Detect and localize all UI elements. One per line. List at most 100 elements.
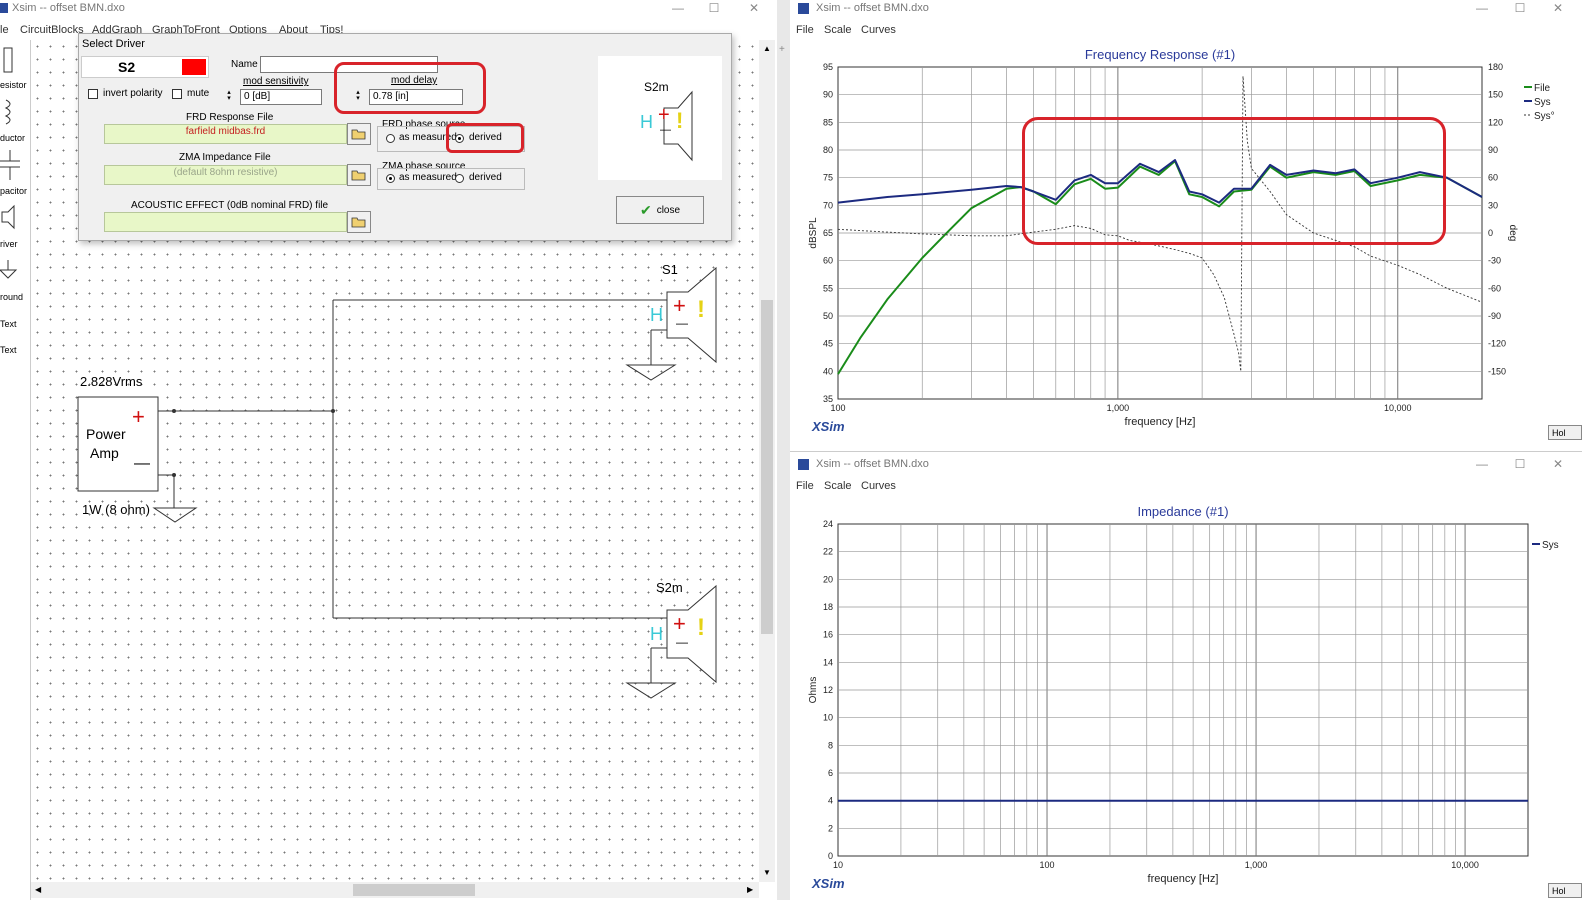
driver-id-box: S2 [81,56,209,78]
imp-menu-file[interactable]: File [796,480,814,492]
imp-menu-scale[interactable]: Scale [824,480,852,492]
freq-menu-file[interactable]: File [796,24,814,36]
window-divider: + [777,0,790,900]
scroll-right-icon[interactable]: ▶ [747,885,753,894]
scroll-up-icon[interactable]: ▲ [763,44,771,53]
vertical-scroll-thumb[interactable] [761,300,773,634]
amp-ground [152,474,198,523]
horizontal-scroll-thumb[interactable] [353,884,475,896]
y-tick-label: 85 [823,117,833,127]
zma-file-input[interactable]: (default 8ohm resistive) [104,165,347,185]
vertical-scrollbar[interactable]: ▲ ▼ [759,40,775,882]
acoustic-browse-button[interactable] [347,211,371,233]
y2-tick-label: -60 [1488,283,1501,293]
x-tick-label: 100 [1040,860,1055,870]
preview-warning: ! [676,108,684,133]
y-tick-label: 80 [823,145,833,155]
y-tick-label: 18 [823,602,833,612]
freq-window-title: Xsim -- offset BMN.dxo [816,2,929,14]
legend-label: Sys [1542,540,1559,551]
y-tick-label: 50 [823,311,833,321]
x-tick-label: 10,000 [1384,403,1412,413]
mute-checkbox[interactable] [172,89,182,99]
close-button[interactable]: ✔ close [616,196,704,224]
y2-tick-label: 180 [1488,62,1503,72]
close-button-label: close [656,204,681,216]
zma-file-label: ZMA Impedance File [179,152,271,163]
imp-window-title: Xsim -- offset BMN.dxo [816,458,929,470]
close-icon[interactable]: ✕ [1548,456,1568,473]
y-axis-label: dBSPL [808,217,819,249]
minimize-icon[interactable]: — [1472,456,1492,473]
mod-sensitivity-input[interactable]: 0 [dB] [240,89,322,105]
y2-tick-label: -150 [1488,366,1506,376]
legend: Sys [1532,540,1559,551]
y-tick-label: 6 [828,768,833,778]
frd-browse-button[interactable] [347,123,371,145]
y2-tick-label: 30 [1488,200,1498,210]
y-tick-label: 20 [823,574,833,584]
maximize-icon[interactable]: ☐ [1510,456,1530,473]
amp-plus: + [132,404,145,429]
y-tick-label: 40 [823,366,833,376]
driver-color-swatch[interactable] [182,59,206,75]
freq-menu-scale[interactable]: Scale [824,24,852,36]
x-tick-label: 100 [830,403,845,413]
imp-window: Xsim -- offset BMN.dxo — ☐ ✕ File Scale … [790,451,1582,901]
y-tick-label: 22 [823,547,833,557]
horizontal-scrollbar[interactable]: ◀ ▶ [31,882,759,898]
y2-tick-label: 90 [1488,145,1498,155]
frd-file-input[interactable]: farfield midbas.frd [104,124,347,144]
s2m-h: H [650,624,663,644]
y-tick-label: 4 [828,796,833,806]
zma-as-measured-label: as measured [399,172,457,183]
scroll-down-icon[interactable]: ▼ [763,868,771,877]
imp-menu-curves[interactable]: Curves [861,480,896,492]
x-axis-label: frequency [Hz] [1148,873,1219,885]
x-axis-label: frequency [Hz] [1125,416,1196,428]
acoustic-file-input[interactable] [104,212,347,232]
maximize-icon[interactable]: ☐ [1510,0,1530,17]
imp-hold-button[interactable]: Hol [1548,883,1582,898]
preview-h: H [640,112,653,132]
zma-browse-button[interactable] [347,164,371,186]
folder-open-icon [351,217,366,228]
freq-title-bar: Xsim -- offset BMN.dxo — ☐ ✕ [790,0,1582,22]
scroll-left-icon[interactable]: ◀ [35,885,41,894]
s1-h: H [650,305,663,325]
amp-label-2: Amp [90,445,119,461]
legend-label: File [1534,83,1551,94]
minimize-icon[interactable]: — [1472,0,1492,17]
s2m-label[interactable]: S2m [656,580,683,595]
name-label: Name [231,59,258,70]
y-tick-label: 90 [823,90,833,100]
highlight-derived [446,123,524,153]
y2-axis-label: deg [1507,225,1518,242]
y-tick-label: 45 [823,339,833,349]
chart-title: Impedance (#1) [1137,504,1228,519]
imp-title-bar: Xsim -- offset BMN.dxo — ☐ ✕ [790,456,1582,478]
imp-brand: XSim [812,876,845,891]
amp-block [77,396,159,492]
y2-tick-label: -120 [1488,339,1506,349]
frd-as-measured-radio[interactable] [386,134,395,143]
highlight-mod-delay [334,62,486,114]
app-icon [798,3,809,14]
close-icon[interactable]: ✕ [1548,0,1568,17]
freq-hold-button[interactable]: Hol [1548,425,1582,440]
s1-warning: ! [697,296,705,323]
s2m-warning: ! [697,614,705,641]
zma-as-measured-radio[interactable] [386,174,395,183]
preview-minus: — [660,124,671,136]
zma-derived-radio[interactable] [455,174,464,183]
invert-polarity-checkbox[interactable] [88,89,98,99]
zma-derived-label: derived [469,172,502,183]
y2-tick-label: 150 [1488,90,1503,100]
driver-id: S2 [118,59,136,75]
y-tick-label: 65 [823,228,833,238]
freq-menu-curves[interactable]: Curves [861,24,896,36]
s1-label[interactable]: S1 [662,262,678,277]
s2m-minus: — [676,635,688,649]
mod-sensitivity-spinner[interactable]: ▴ ▾ [220,89,238,104]
y-tick-label: 95 [823,62,833,72]
